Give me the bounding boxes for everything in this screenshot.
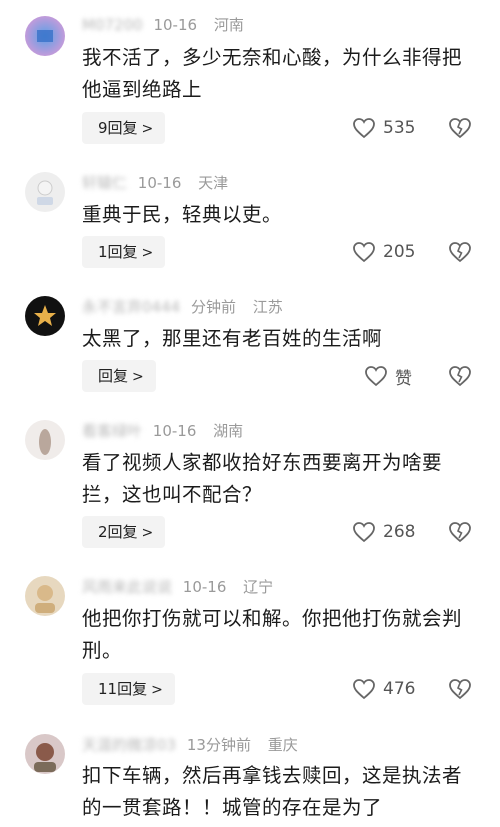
username[interactable]: M07200 bbox=[82, 14, 143, 36]
comment-text: 看了视频人家都收拾好东西要离开为啥要拦，这也叫不配合？ bbox=[82, 451, 443, 506]
reply-label: 9回复 bbox=[98, 119, 138, 137]
reply-button[interactable]: 11回复 > bbox=[82, 673, 175, 705]
like-button[interactable]: 赞 bbox=[364, 360, 412, 392]
avatar[interactable] bbox=[25, 420, 65, 460]
comment-time: 分钟前 bbox=[190, 298, 236, 316]
avatar[interactable] bbox=[25, 576, 65, 616]
comment-meta: 看客绿叶 10-16 湖南 bbox=[82, 420, 255, 442]
comment-time: 10-16 bbox=[153, 16, 198, 34]
reply-label: 2回复 bbox=[98, 523, 138, 541]
comment-location: 湖南 bbox=[213, 422, 244, 440]
chevron-right-icon: > bbox=[132, 369, 144, 385]
username[interactable]: 永不言弃0444 bbox=[82, 296, 180, 318]
username[interactable]: 天涯的微凉03 bbox=[82, 734, 176, 756]
comment-text: 他把你打伤就可以和解。你把他打伤就会判刑。 bbox=[82, 607, 463, 662]
broken-heart-icon bbox=[449, 679, 471, 700]
comment-meta: M07200 10-16 河南 bbox=[82, 14, 256, 36]
broken-heart-icon bbox=[449, 366, 471, 387]
broken-heart-icon bbox=[449, 522, 471, 543]
like-count: 476 bbox=[383, 679, 416, 699]
like-button[interactable]: 535 bbox=[352, 112, 415, 144]
comment-location: 河南 bbox=[213, 16, 244, 34]
reply-button[interactable]: 2回复 > bbox=[82, 516, 166, 548]
chevron-right-icon: > bbox=[141, 245, 154, 261]
comment-time: 10-16 bbox=[137, 174, 182, 192]
comment-text: 太黑了，那里还有老百姓的生活啊 bbox=[82, 327, 383, 350]
broken-heart-icon bbox=[449, 118, 471, 139]
dislike-button[interactable] bbox=[448, 360, 472, 392]
broken-heart-icon bbox=[449, 242, 471, 263]
avatar[interactable] bbox=[25, 172, 65, 212]
like-count: 赞 bbox=[395, 368, 412, 389]
dislike-button[interactable] bbox=[448, 236, 472, 268]
reply-button[interactable]: 1回复 > bbox=[82, 236, 166, 268]
heart-icon bbox=[353, 522, 375, 543]
avatar[interactable] bbox=[25, 296, 65, 336]
username[interactable]: 风雨来此说说 bbox=[82, 576, 172, 598]
comment-meta: 风雨来此说说 10-16 辽宁 bbox=[82, 576, 285, 598]
comment-time: 10-16 bbox=[182, 578, 227, 596]
reply-label: 回复 bbox=[98, 367, 129, 385]
comment-location: 重庆 bbox=[267, 736, 298, 754]
like-count: 205 bbox=[383, 242, 416, 262]
chevron-right-icon: > bbox=[141, 525, 154, 541]
reply-button[interactable]: 9回复 > bbox=[82, 112, 166, 144]
like-count: 268 bbox=[383, 522, 416, 542]
comment-location: 天津 bbox=[198, 174, 229, 192]
reply-label: 11回复 bbox=[98, 680, 148, 698]
chevron-right-icon: > bbox=[141, 121, 154, 137]
comment-time: 13分钟前 bbox=[186, 736, 251, 754]
like-button[interactable]: 205 bbox=[352, 236, 415, 268]
like-count: 535 bbox=[383, 118, 416, 138]
like-button[interactable]: 268 bbox=[352, 516, 415, 548]
avatar[interactable] bbox=[25, 16, 65, 56]
reply-label: 1回复 bbox=[98, 243, 138, 261]
username[interactable]: 看客绿叶 bbox=[82, 420, 142, 442]
dislike-button[interactable] bbox=[448, 516, 472, 548]
heart-icon bbox=[365, 366, 387, 387]
avatar[interactable] bbox=[25, 734, 65, 774]
comment-location: 辽宁 bbox=[243, 578, 274, 596]
heart-icon bbox=[353, 118, 375, 139]
heart-icon bbox=[353, 242, 375, 263]
comment-text: 扣下车辆，然后再拿钱去赎回，这是执法者的一贯套路！！城管的存在是为了 bbox=[82, 764, 463, 819]
comment-meta: 轩辕仁 10-16 天津 bbox=[82, 172, 240, 194]
comment-text: 我不活了，多少无奈和心酸，为什么非得把他逼到绝路上 bbox=[82, 46, 463, 101]
username[interactable]: 轩辕仁 bbox=[82, 172, 127, 194]
comment-text: 重典于民，轻典以吏。 bbox=[82, 203, 283, 226]
like-button[interactable]: 476 bbox=[352, 673, 415, 705]
comment-location: 江苏 bbox=[252, 298, 283, 316]
reply-button[interactable]: 回复 > bbox=[82, 360, 156, 392]
comment-meta: 永不言弃0444 分钟前 江苏 bbox=[82, 296, 295, 318]
dislike-button[interactable] bbox=[448, 673, 472, 705]
comment-meta: 天涯的微凉03 13分钟前 重庆 bbox=[82, 734, 310, 756]
chevron-right-icon: > bbox=[151, 682, 163, 698]
heart-icon bbox=[353, 679, 375, 700]
comment-time: 10-16 bbox=[152, 422, 197, 440]
dislike-button[interactable] bbox=[448, 112, 472, 144]
